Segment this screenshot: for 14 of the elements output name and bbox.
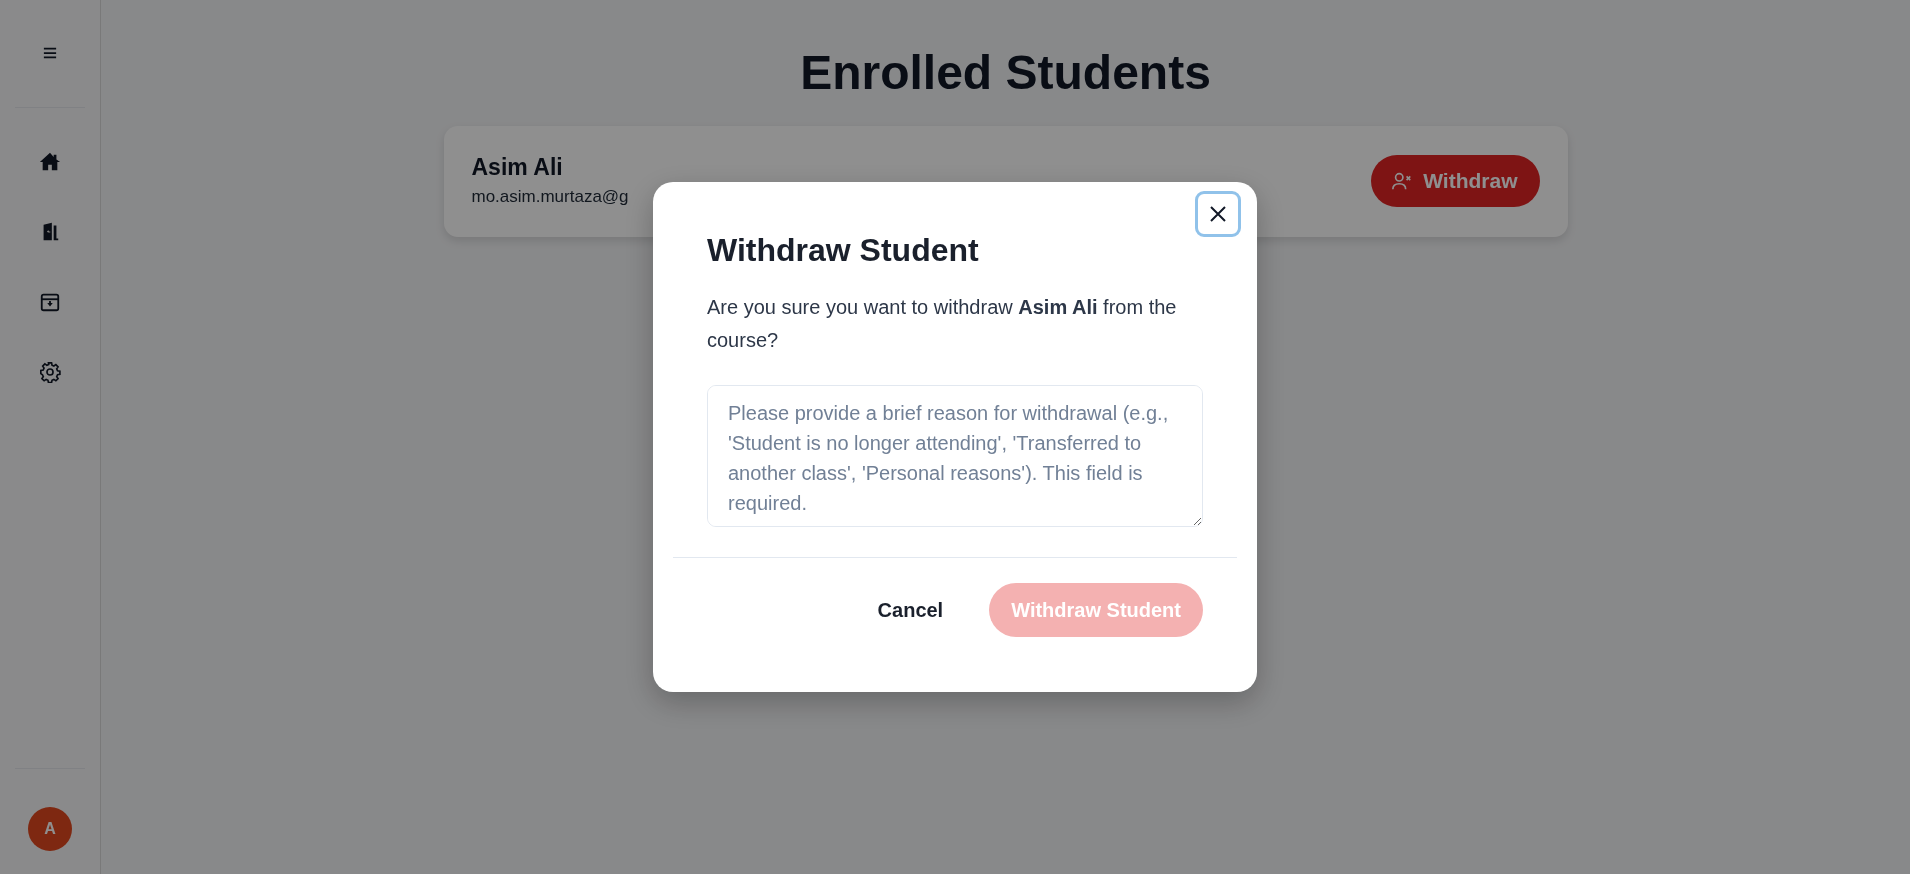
home-icon <box>39 151 61 173</box>
close-button[interactable] <box>1195 191 1241 237</box>
user-avatar[interactable]: A <box>28 807 72 851</box>
student-email: mo.asim.murtaza@g <box>471 187 629 207</box>
archive-icon <box>39 291 61 313</box>
dialog-title: Withdraw Student <box>707 232 980 269</box>
page-title: Enrolled Students <box>800 45 1211 100</box>
student-name: Asim Ali <box>471 154 564 181</box>
reason-field[interactable]: Please provide a brief reason for withdrawal (e.g., 'Student is no longer attending', 'Transferred to another class', 'Personal reasons'). This field is required. <box>707 385 1203 527</box>
menu-icon <box>43 46 57 60</box>
settings-icon <box>39 361 61 383</box>
dialog-message: Are you sure you want to withdraw Asim Ali from the course? <box>707 295 1178 353</box>
withdraw-button[interactable]: Withdraw <box>1371 154 1540 207</box>
close-icon <box>1208 204 1228 224</box>
